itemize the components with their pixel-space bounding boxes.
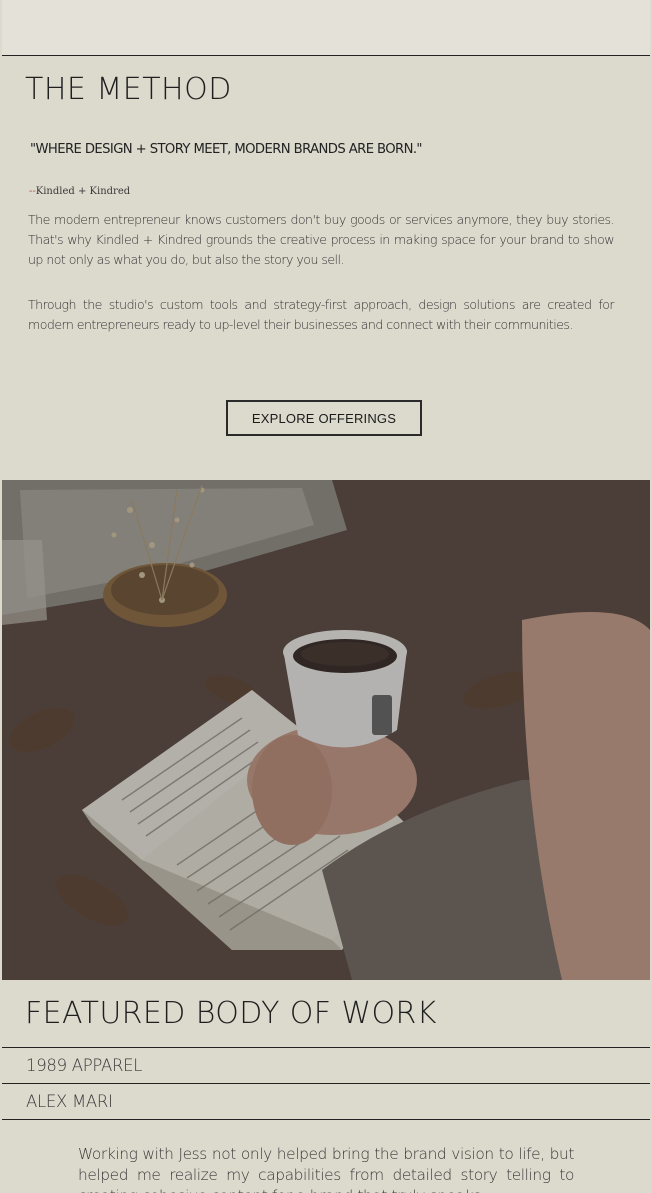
quote-attribution: --Kindled + Kindred xyxy=(29,186,130,197)
work-item-1989-apparel[interactable]: 1989 APPAREL xyxy=(2,1047,650,1083)
coffee-book-photo xyxy=(2,480,650,980)
method-quote: "WHERE DESIGN + STORY MEET, MODERN BRAND… xyxy=(30,142,423,157)
attribution-name: Kindled + Kindred xyxy=(35,186,131,197)
method-paragraph-1: The modern entrepreneur knows customers … xyxy=(28,212,615,267)
work-list-divider xyxy=(2,1119,650,1120)
testimonial-text: Working with Jess not only helped bring … xyxy=(78,1145,574,1193)
method-heading: THE METHOD xyxy=(25,72,232,107)
coffee-book-illustration xyxy=(2,480,650,980)
method-paragraph-2: Through the studio's custom tools and st… xyxy=(28,297,615,332)
page-frame: THE METHOD "WHERE DESIGN + STORY MEET, M… xyxy=(2,0,650,1193)
header-band xyxy=(2,0,650,56)
work-item-label: 1989 APPAREL xyxy=(26,1056,143,1075)
explore-offerings-button[interactable]: EXPLORE OFFERINGS xyxy=(226,400,422,436)
attribution-dash: -- xyxy=(29,186,36,197)
featured-work-heading: FEATURED BODY OF WORK xyxy=(25,996,437,1031)
work-item-alex-mari[interactable]: ALEX MARI xyxy=(2,1083,650,1119)
work-item-label: ALEX MARI xyxy=(26,1092,113,1111)
